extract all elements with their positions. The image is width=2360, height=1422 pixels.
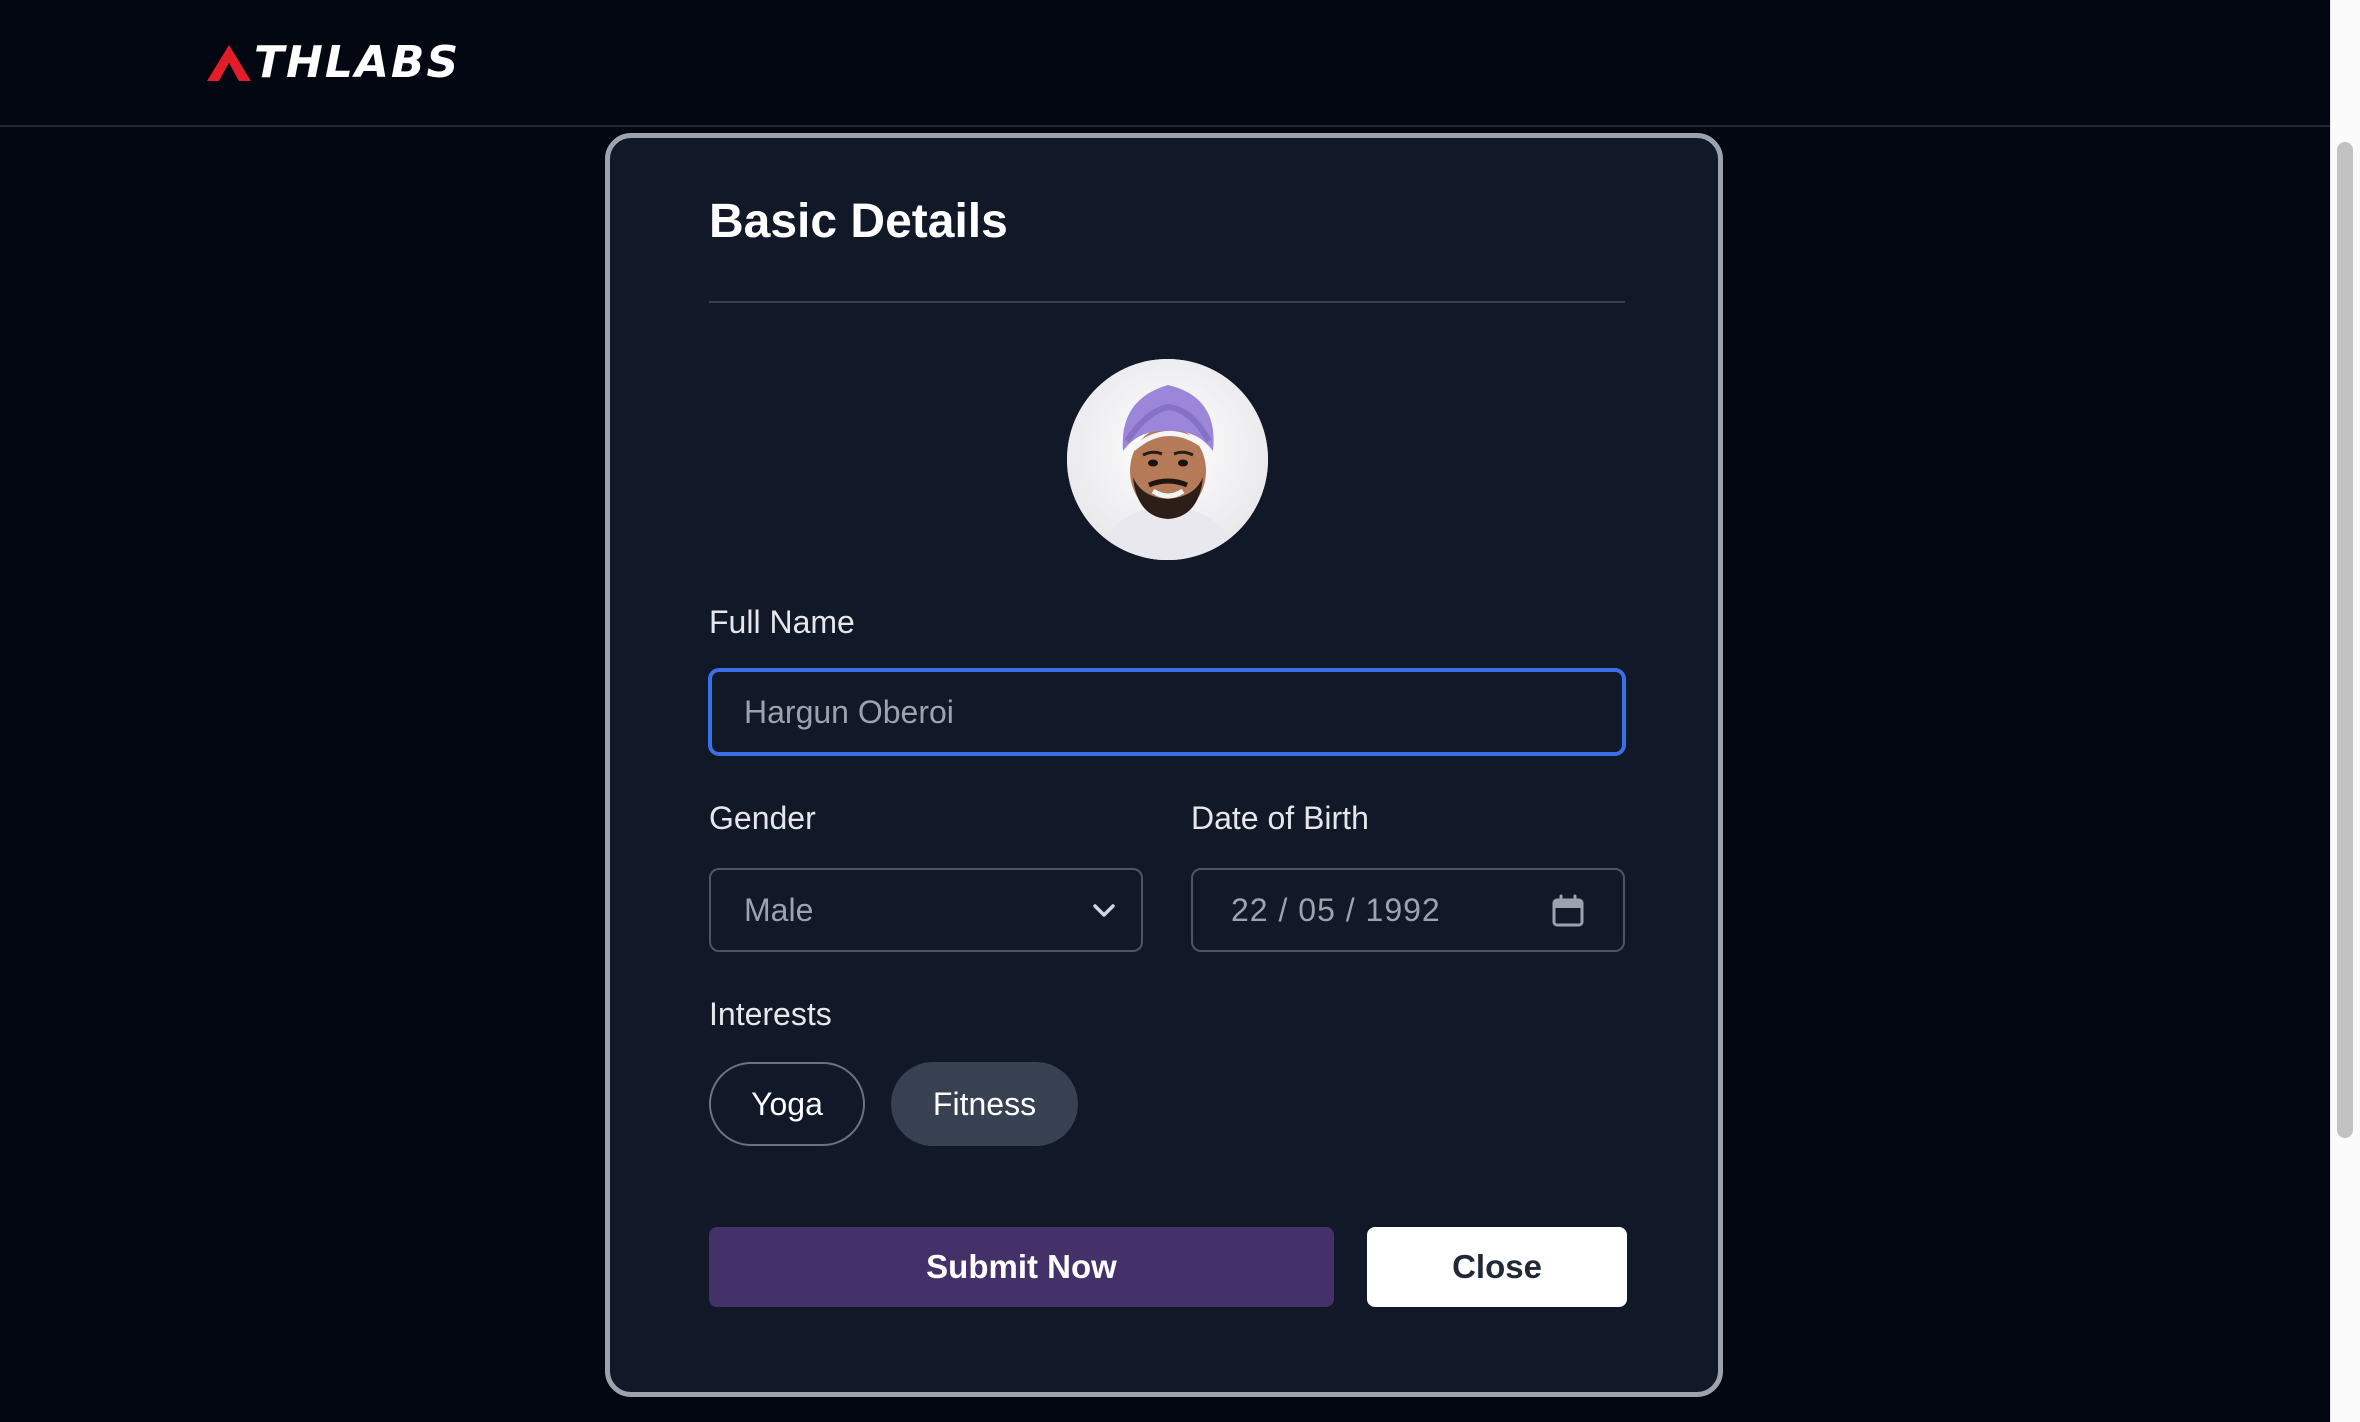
- interest-chip-yoga[interactable]: Yoga: [709, 1062, 865, 1146]
- gender-value: Male: [744, 891, 814, 928]
- full-name-label: Full Name: [709, 604, 855, 640]
- full-name-input[interactable]: [709, 669, 1625, 755]
- scrollbar-thumb[interactable]: [2337, 142, 2353, 1138]
- gender-select[interactable]: Male: [709, 868, 1143, 952]
- dob-label: Date of Birth: [1191, 800, 1369, 836]
- logo-a-icon: [207, 45, 251, 81]
- athlabs-logo[interactable]: THLABS: [206, 40, 460, 86]
- calendar-icon[interactable]: [1551, 894, 1585, 928]
- basic-details-modal: Basic Details Full Name Hargun Oberoi Ge…: [605, 133, 1723, 1397]
- title-divider: [709, 301, 1625, 303]
- page: THLABS Basic Details Full Name Hargun Ob…: [0, 0, 2360, 1422]
- dob-input[interactable]: 22 / 05 / 1992: [1191, 868, 1625, 952]
- avatar[interactable]: [1067, 359, 1268, 560]
- logo-text: THLABS: [254, 37, 461, 88]
- close-button[interactable]: Close: [1367, 1227, 1627, 1307]
- chevron-down-icon: [1093, 904, 1115, 917]
- interest-chip-fitness[interactable]: Fitness: [891, 1062, 1078, 1146]
- submit-button[interactable]: Submit Now: [709, 1227, 1334, 1307]
- interests-label: Interests: [709, 996, 832, 1032]
- modal-title: Basic Details: [709, 195, 1008, 248]
- profile-photo: [1067, 359, 1268, 560]
- dob-value: 22 / 05 / 1992: [1231, 891, 1441, 928]
- top-bar: THLABS: [0, 0, 2330, 127]
- gender-label: Gender: [709, 800, 816, 836]
